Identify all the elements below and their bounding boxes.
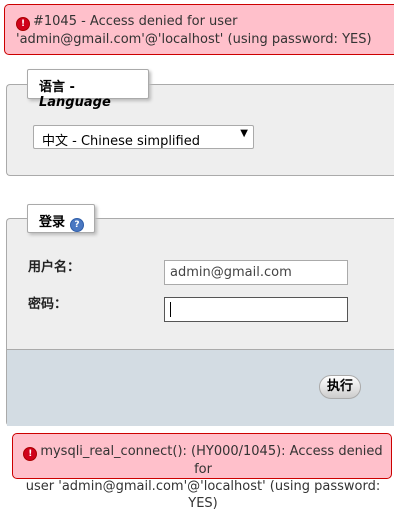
- password-label: 密码：: [28, 297, 68, 312]
- error-message-top: ! #1045 - Access denied for user 'admin@g…: [4, 4, 394, 55]
- submit-button[interactable]: 执行: [319, 375, 361, 399]
- error-bottom-line2: user 'admin@gmail.com'@'localhost' (usin…: [25, 479, 381, 511]
- error-icon: !: [16, 17, 30, 31]
- error-icon: !: [23, 447, 38, 461]
- language-select[interactable]: 中文 - Chinese simplified ▼: [33, 125, 254, 149]
- language-legend-em: Language: [39, 95, 111, 110]
- help-icon[interactable]: ?: [70, 218, 85, 232]
- language-legend-prefix: 语言 -: [39, 80, 75, 95]
- error-bottom-line1: mysqli_real_connect(): (HY000/1045): Acc…: [40, 444, 383, 477]
- text-cursor: [170, 302, 171, 317]
- login-legend: 登录?: [27, 204, 95, 233]
- error-top-line2: 'admin@gmail.com'@'localhost' (using pas…: [16, 32, 372, 47]
- username-value: admin@gmail.com: [170, 265, 292, 280]
- login-legend-label: 登录: [39, 215, 66, 230]
- error-top-line1: #1045 - Access denied for user: [33, 14, 238, 29]
- username-field[interactable]: admin@gmail.com: [164, 260, 348, 285]
- language-select-value: 中文 - Chinese simplified: [42, 134, 200, 149]
- password-field[interactable]: [164, 297, 348, 322]
- error-message-bottom: ! mysqli_real_connect(): (HY000/1045): Ac…: [12, 433, 392, 511]
- username-label: 用户名：: [28, 260, 81, 275]
- chevron-down-icon: ▼: [240, 128, 248, 139]
- language-legend: 语言 - Language: [27, 69, 149, 110]
